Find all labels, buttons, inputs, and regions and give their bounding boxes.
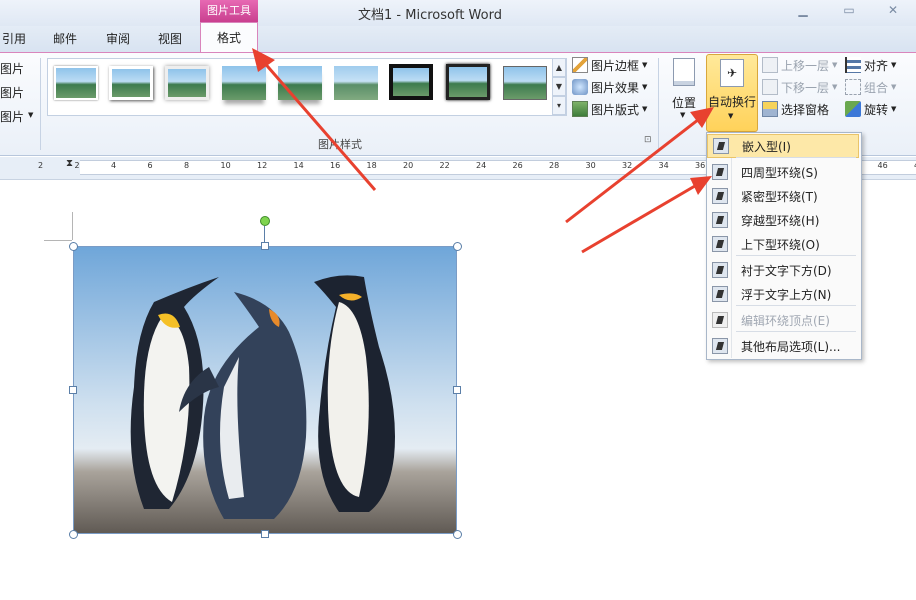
annotation-arrows — [252, 48, 714, 254]
